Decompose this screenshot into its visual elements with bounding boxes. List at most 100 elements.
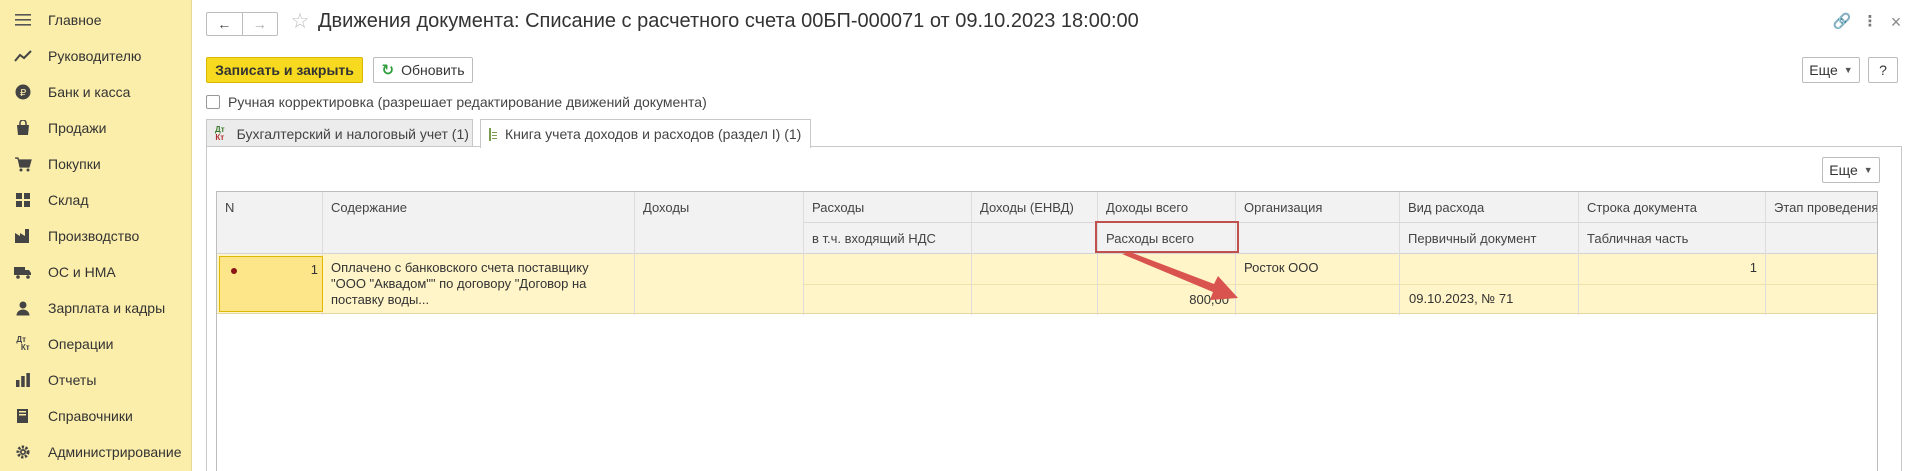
col-header-stage[interactable]: Этап проведения — [1766, 192, 1877, 222]
factory-icon — [14, 227, 32, 245]
manual-edit-label: Ручная корректировка (разрешает редактир… — [228, 94, 707, 110]
sidebar-item-references[interactable]: Справочники — [0, 398, 192, 434]
sidebar-item-label: ОС и НМА — [48, 264, 116, 280]
col-divider — [1399, 192, 1400, 315]
header-divider — [804, 222, 1877, 223]
sidebar-item-manager[interactable]: Руководителю — [0, 38, 192, 74]
col-header-income-total[interactable]: Доходы всего — [1098, 192, 1188, 222]
person-icon — [14, 299, 32, 317]
truck-icon — [14, 263, 32, 281]
col-header-primary-doc[interactable]: Первичный документ — [1400, 223, 1536, 253]
close-icon[interactable]: × — [1886, 12, 1906, 32]
book-icon — [14, 407, 32, 425]
primary-doc-cell[interactable]: 09.10.2023, № 71 — [1409, 291, 1513, 306]
help-button[interactable]: ? — [1868, 57, 1898, 83]
tab-income-book[interactable]: Книга учета доходов и расходов (раздел I… — [480, 119, 811, 148]
col-header-incl-vat[interactable]: в т.ч. входящий НДС — [804, 223, 936, 253]
dt-kt-icon: Дт Кт — [16, 335, 30, 352]
sidebar-item-label: Справочники — [48, 408, 133, 424]
cart-icon — [14, 155, 32, 173]
tab-accounting[interactable]: Дт Кт Бухгалтерский и налоговый учет (1) — [206, 119, 473, 147]
warehouse-icon — [14, 191, 32, 209]
content-line: поставку воды... — [331, 292, 430, 307]
annotation-arrow-icon — [1122, 252, 1238, 300]
shopping-bag-icon — [14, 119, 32, 137]
more-button[interactable]: Еще ▼ — [1802, 57, 1860, 83]
sidebar-item-label: Склад — [48, 192, 89, 208]
more-button-label: Еще — [1809, 62, 1838, 78]
page-title: Движения документа: Списание с расчетног… — [318, 10, 1139, 32]
sidebar-item-label: Зарплата и кадры — [48, 300, 166, 316]
trend-icon — [14, 47, 32, 65]
col-header-doc-line[interactable]: Строка документа — [1579, 192, 1697, 222]
sidebar-item-label: Администрирование — [48, 444, 182, 460]
caret-down-icon: ▼ — [1843, 65, 1853, 75]
content-line: "ООО "Аквадом"" по договору "Договор на — [331, 276, 587, 291]
content-line: Оплачено с банковского счета поставщику — [331, 260, 589, 275]
sidebar-item-reports[interactable]: Отчеты — [0, 362, 192, 398]
col-header-n[interactable]: N — [217, 192, 234, 222]
sidebar-item-sales[interactable]: Продажи — [0, 110, 192, 146]
history-nav: ← → — [206, 12, 278, 36]
record-marker-icon — [231, 268, 237, 274]
col-divider — [1765, 192, 1766, 315]
ruble-coin-icon: ₽ — [14, 83, 32, 101]
tab-label: Бухгалтерский и налоговый учет (1) — [236, 125, 469, 142]
sidebar-item-warehouse[interactable]: Склад — [0, 182, 192, 218]
manual-edit-checkbox[interactable] — [206, 95, 220, 109]
col-divider — [1578, 192, 1579, 315]
content-cell[interactable]: Оплачено с банковского счета поставщику … — [331, 260, 589, 308]
arrow-left-icon: ← — [217, 16, 232, 32]
link-icon[interactable]: 🔗 — [1832, 12, 1852, 32]
save-and-close-button[interactable]: Записать и закрыть — [206, 57, 363, 83]
row-number-cell[interactable]: 1 — [219, 256, 323, 312]
row-divider — [804, 284, 1877, 285]
sidebar-item-label: Производство — [48, 228, 140, 244]
col-header-expenses[interactable]: Расходы — [804, 192, 864, 222]
sidebar-item-operations[interactable]: Дт Кт Операции — [0, 326, 192, 362]
col-header-content[interactable]: Содержание — [323, 192, 407, 222]
sidebar-item-label: Операции — [48, 336, 114, 352]
manual-edit-row: Ручная корректировка (разрешает редактир… — [206, 92, 707, 112]
sidebar-item-label: Банк и касса — [48, 84, 131, 100]
highlight-frame — [1095, 221, 1239, 253]
sidebar-item-label: Главное — [48, 12, 102, 28]
chart-bars-icon — [14, 371, 32, 389]
grid-more-button[interactable]: Еще ▼ — [1822, 157, 1880, 183]
col-header-expense-type[interactable]: Вид расхода — [1400, 192, 1484, 222]
sidebar: Главное Руководителю ₽ Банк и касса Прод… — [0, 0, 192, 471]
sidebar-item-bank[interactable]: ₽ Банк и касса — [0, 74, 192, 110]
menu-icon — [14, 11, 32, 29]
col-divider — [634, 192, 635, 315]
col-header-organization[interactable]: Организация — [1236, 192, 1322, 222]
col-header-table-part[interactable]: Табличная часть — [1579, 223, 1688, 253]
forward-button[interactable]: → — [241, 13, 278, 35]
refresh-icon: ↻ — [381, 62, 395, 79]
refresh-button-label: Обновить — [401, 62, 465, 78]
sidebar-item-main[interactable]: Главное — [0, 2, 192, 38]
sidebar-item-admin[interactable]: Администрирование — [0, 434, 192, 470]
col-header-income-envd[interactable]: Доходы (ЕНВД) — [972, 192, 1074, 222]
favorite-star-icon[interactable]: ☆ — [288, 10, 312, 34]
sidebar-item-production[interactable]: Производство — [0, 218, 192, 254]
col-header-income[interactable]: Доходы — [635, 192, 689, 222]
col-divider — [971, 192, 972, 315]
sidebar-item-label: Покупки — [48, 156, 101, 172]
sidebar-item-label: Отчеты — [48, 372, 97, 388]
movements-table: N Содержание Доходы Расходы Доходы (ЕНВД… — [216, 191, 1878, 471]
sidebar-item-salary[interactable]: Зарплата и кадры — [0, 290, 192, 326]
doc-line-cell[interactable]: 1 — [1579, 260, 1757, 275]
tab-label: Книга учета доходов и расходов (раздел I… — [505, 126, 802, 142]
more-vertical-icon[interactable]: ⋮ — [1860, 12, 1880, 32]
svg-text:₽: ₽ — [20, 88, 27, 99]
col-divider — [803, 192, 804, 315]
dt-kt-icon: Дт Кт — [215, 124, 225, 142]
sidebar-item-purchases[interactable]: Покупки — [0, 146, 192, 182]
arrow-right-icon: → — [252, 16, 267, 32]
back-button[interactable]: ← — [207, 13, 242, 35]
gear-icon — [14, 443, 32, 461]
refresh-button[interactable]: ↻ Обновить — [373, 57, 473, 83]
sidebar-item-label: Продажи — [48, 120, 107, 136]
sidebar-item-label: Руководителю — [48, 48, 142, 64]
sidebar-item-fixed-assets[interactable]: ОС и НМА — [0, 254, 192, 290]
